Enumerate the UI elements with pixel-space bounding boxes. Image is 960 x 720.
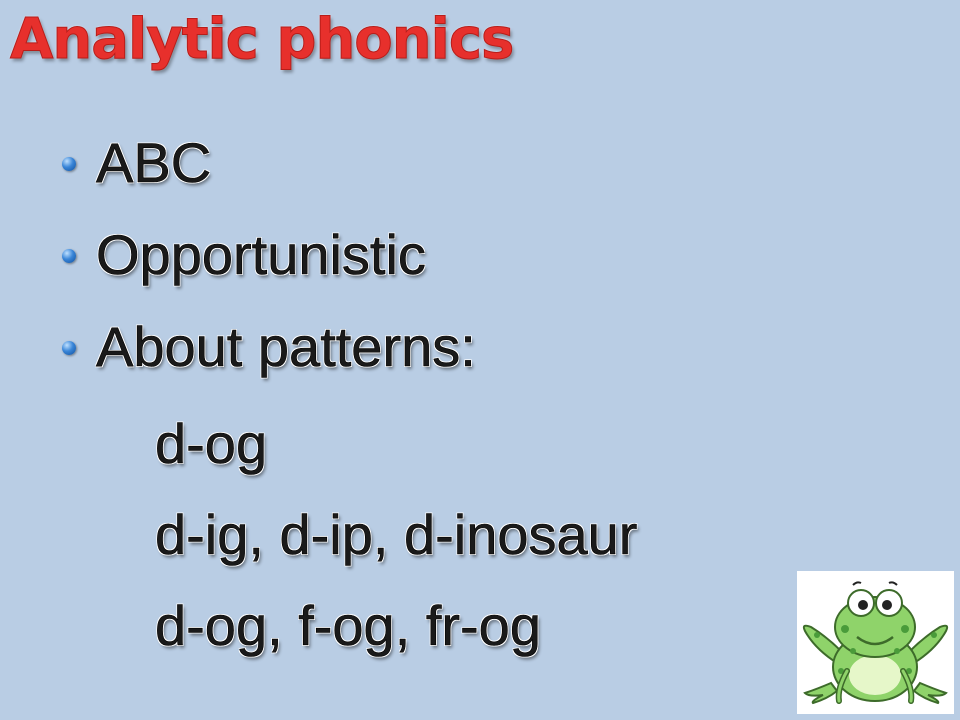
pattern-line: d-ig, d-ip, d-inosaur xyxy=(155,503,638,567)
bullet-dot-icon xyxy=(62,157,76,171)
slide: Analytic phonics ABC Opportunistic About… xyxy=(0,0,960,720)
frog-icon xyxy=(802,581,949,705)
slide-title: Analytic phonics xyxy=(9,7,514,73)
bullet-item: About patterns: xyxy=(96,315,476,379)
pattern-line: d-og xyxy=(155,412,268,476)
frog-image xyxy=(797,571,954,714)
bullet-dot-icon xyxy=(62,341,76,355)
bullet-item: ABC xyxy=(96,131,212,195)
pattern-line: d-og, f-og, fr-og xyxy=(155,594,542,658)
bullet-item: Opportunistic xyxy=(96,223,427,287)
bullet-dot-icon xyxy=(62,249,76,263)
